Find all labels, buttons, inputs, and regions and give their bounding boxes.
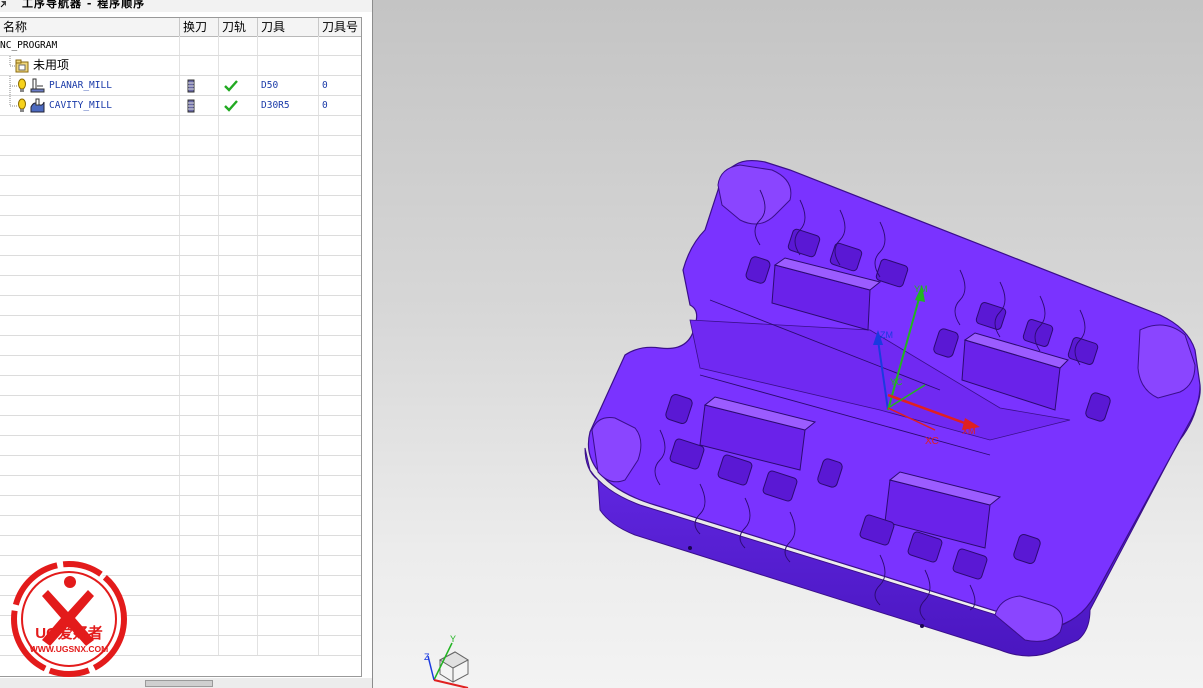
check-icon	[224, 80, 238, 92]
empty-row	[0, 236, 361, 256]
check-icon	[224, 100, 238, 112]
part-model[interactable]: ZM YM YC XC XM Y Z	[373, 0, 1203, 688]
logo-brand-text: UG爱好者	[35, 624, 103, 642]
tree-row-nc-program[interactable]: NC_PROGRAM	[0, 36, 361, 56]
view-triad	[427, 642, 470, 688]
planar-mill-icon	[30, 78, 45, 93]
zm-label: ZM	[880, 330, 893, 340]
tree-row-unused-items[interactable]: 未用项	[0, 56, 361, 76]
empty-row	[0, 356, 361, 376]
navigator-title-bar: 工序导航器 - 程序顺序	[0, 0, 372, 12]
tree-item-label: CAVITY_MILL	[49, 100, 112, 111]
ym-label: YM	[914, 284, 928, 294]
tool-name: D50	[261, 80, 279, 91]
tool-change-icon	[187, 99, 195, 113]
triad-y-label: Y	[450, 634, 456, 644]
tool-number: 0	[322, 80, 328, 91]
panel-resize-bar	[0, 678, 372, 688]
xm-label: XM	[962, 426, 976, 436]
resize-grip[interactable]	[145, 680, 213, 687]
empty-row	[0, 156, 361, 176]
operation-navigator-panel: 工序导航器 - 程序顺序 名称 换刀 刀轨 刀具 刀具号 NC_PROGRAM	[0, 0, 373, 688]
yc-label: YC	[890, 377, 903, 387]
empty-row	[0, 376, 361, 396]
tree-item-label: NC_PROGRAM	[0, 40, 58, 51]
empty-row	[0, 416, 361, 436]
tree-connector-icon	[9, 76, 18, 96]
column-header-tool[interactable]: 刀具	[258, 18, 319, 36]
empty-row	[0, 336, 361, 356]
navigator-title: 工序导航器 - 程序顺序	[22, 0, 146, 10]
column-header-tool-change[interactable]: 换刀	[180, 18, 219, 36]
empty-row	[0, 496, 361, 516]
unused-folder-icon	[15, 59, 29, 73]
status-bulb-icon	[18, 78, 26, 92]
tool-name: D30R5	[261, 100, 290, 111]
tree-connector-icon	[9, 96, 18, 107]
tree-row-planar-mill[interactable]: PLANAR_MILL D50 0	[0, 76, 361, 96]
empty-row	[0, 516, 361, 536]
empty-row	[0, 136, 361, 156]
xc-label: XC	[925, 436, 939, 447]
column-header-toolpath[interactable]: 刀轨	[219, 18, 258, 36]
empty-row	[0, 176, 361, 196]
empty-row	[0, 296, 361, 316]
empty-row	[0, 256, 361, 276]
empty-row	[0, 216, 361, 236]
empty-row	[0, 396, 361, 416]
column-header-tool-number[interactable]: 刀具号	[319, 18, 361, 36]
ugsnx-logo: UG爱好者 WWW.UGSNX.COM	[11, 561, 127, 677]
empty-row	[0, 196, 361, 216]
tree-item-label: 未用项	[33, 58, 70, 72]
tree-row-cavity-mill[interactable]: CAVITY_MILL D30R5 0	[0, 96, 361, 116]
empty-row	[0, 456, 361, 476]
tree-item-label: PLANAR_MILL	[49, 80, 112, 91]
tool-change-icon	[187, 79, 195, 93]
empty-row	[0, 476, 361, 496]
empty-row	[0, 276, 361, 296]
empty-row	[0, 536, 361, 556]
tool-number: 0	[322, 100, 328, 111]
status-bulb-icon	[18, 98, 26, 112]
logo-url-text: WWW.UGSNX.COM	[30, 644, 108, 654]
empty-row	[0, 316, 361, 336]
empty-row	[0, 436, 361, 456]
cavity-mill-icon	[30, 98, 45, 113]
column-header-name[interactable]: 名称	[0, 18, 180, 36]
empty-row	[0, 116, 361, 136]
pin-icon[interactable]	[0, 0, 8, 8]
graphics-viewport[interactable]: ZM YM YC XC XM Y Z	[373, 0, 1203, 688]
triad-z-label: Z	[424, 652, 430, 662]
grid-header: 名称 换刀 刀轨 刀具 刀具号	[0, 18, 361, 37]
